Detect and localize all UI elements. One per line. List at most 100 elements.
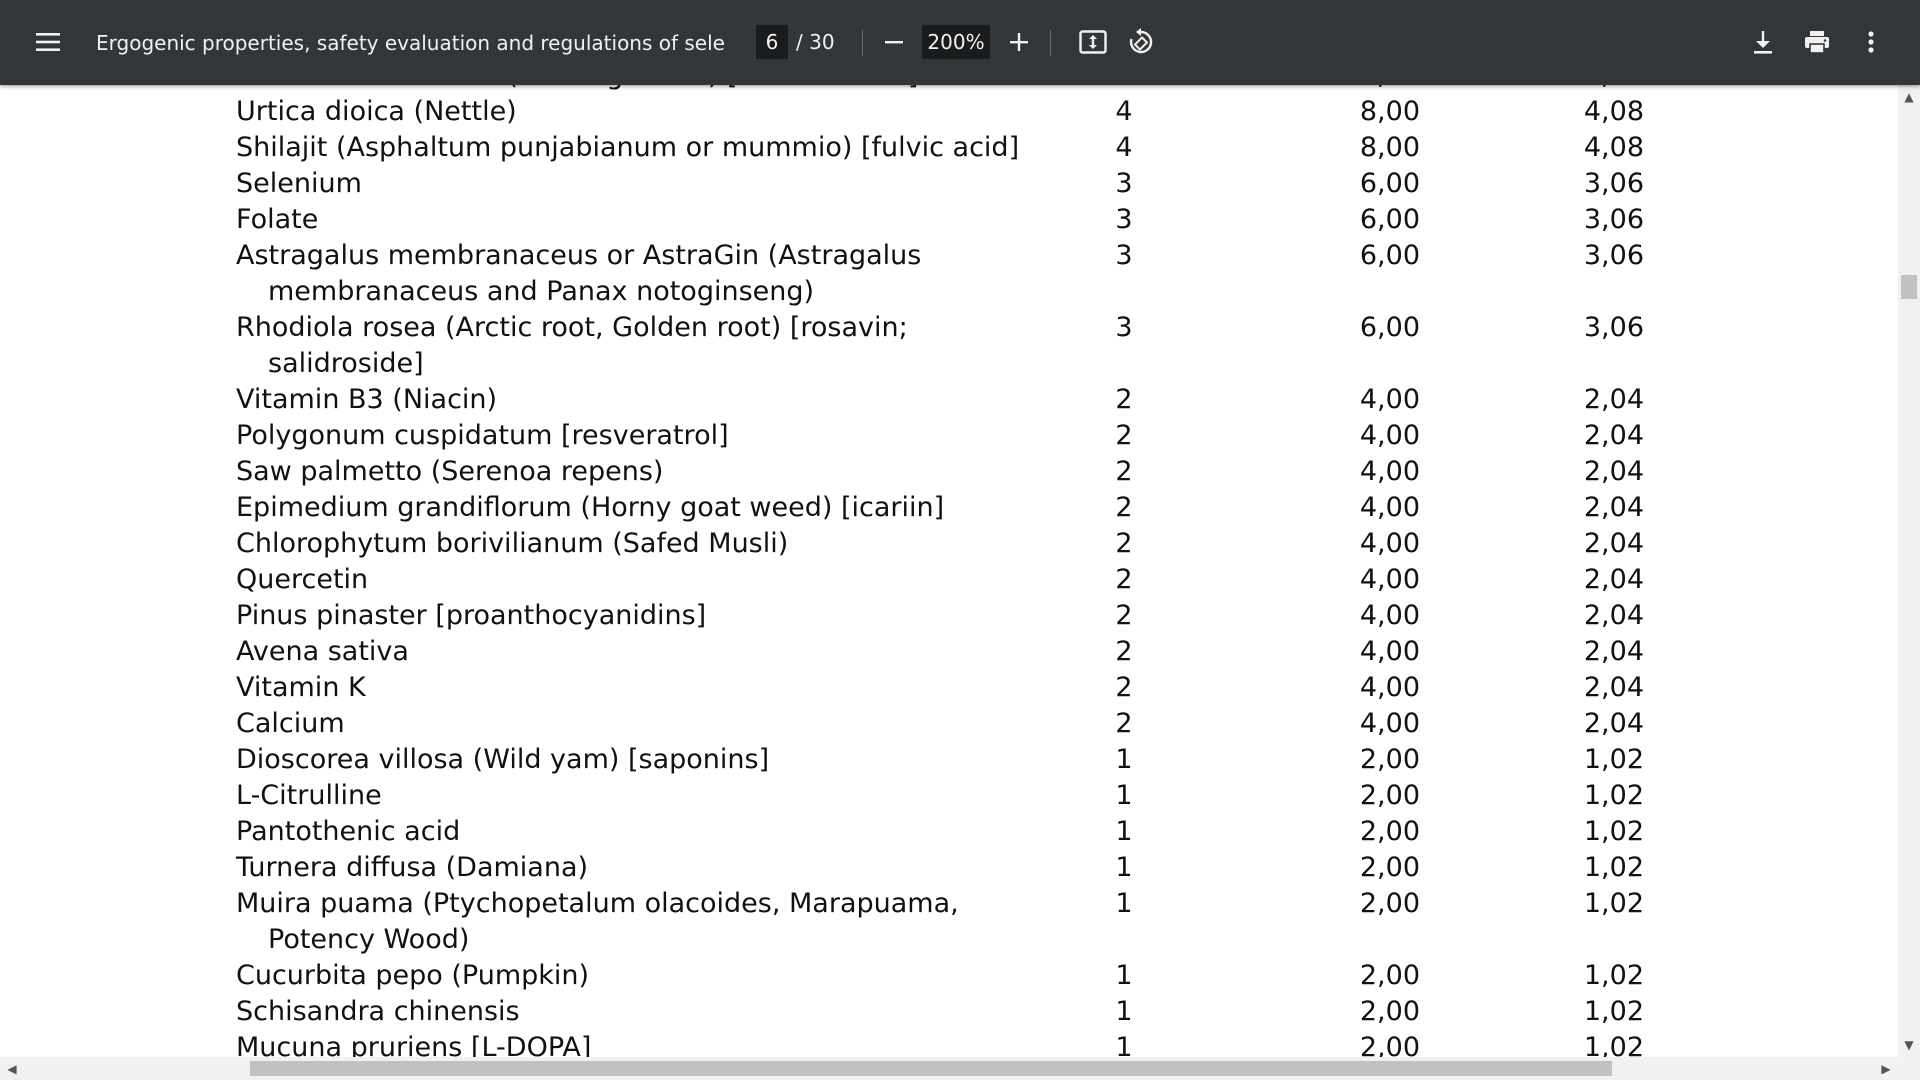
table-row: Epimedium grandiflorum (Horny goat weed)… bbox=[0, 490, 1898, 526]
vertical-scroll-thumb[interactable] bbox=[1901, 275, 1917, 299]
percent-cell: 2,00 bbox=[1359, 852, 1420, 883]
ingredient-name: Vitamin B3 (Niacin) bbox=[236, 384, 498, 415]
ingredient-name: Quercetin bbox=[236, 564, 369, 595]
count-cell: 1 bbox=[1115, 888, 1133, 919]
table-row: Saw palmetto (Serenoa repens) 2 4,00 2,04 bbox=[0, 454, 1898, 490]
print-button[interactable] bbox=[1798, 22, 1836, 62]
percent-total-cell: 2,04 bbox=[1583, 492, 1644, 523]
percent-total-cell: 4,08 bbox=[1583, 96, 1644, 127]
percent-total-cell: 1,02 bbox=[1583, 1032, 1644, 1057]
scroll-down-arrow-icon[interactable]: ▼ bbox=[1898, 1035, 1920, 1055]
ingredient-name: Withania somnifera (Ashwagandha) [withan… bbox=[236, 85, 1058, 94]
toolbar-divider bbox=[862, 30, 863, 56]
percent-total-cell: 3,06 bbox=[1583, 240, 1644, 271]
count-cell: 3 bbox=[1115, 168, 1133, 199]
table-row: Pinus pinaster [proanthocyanidins] 2 4,00 2… bbox=[0, 598, 1898, 634]
menu-button[interactable] bbox=[28, 22, 68, 62]
percent-total-cell: 2,04 bbox=[1583, 384, 1644, 415]
count-cell: 1 bbox=[1115, 1032, 1133, 1057]
count-cell: 1 bbox=[1115, 852, 1133, 883]
download-icon bbox=[1752, 30, 1774, 54]
scroll-up-arrow-icon[interactable]: ▲ bbox=[1898, 87, 1920, 107]
percent-cell: 2,00 bbox=[1359, 744, 1420, 775]
ingredient-name: Pinus pinaster [proanthocyanidins] bbox=[236, 600, 707, 631]
ingredient-name: Avena sativa bbox=[236, 636, 409, 667]
percent-total-cell: 1,02 bbox=[1583, 996, 1644, 1027]
table-row: Pantothenic acid 1 2,00 1,02 bbox=[0, 814, 1898, 850]
page-number-input[interactable]: 6 bbox=[756, 25, 788, 59]
ingredient-name: Folate bbox=[236, 204, 319, 235]
count-cell: 4 bbox=[1094, 85, 1154, 94]
horizontal-scroll-thumb[interactable] bbox=[250, 1061, 1612, 1076]
table-row: Polygonum cuspidatum [resveratrol] 2 4,00 2… bbox=[0, 418, 1898, 454]
table-row: Dioscorea villosa (Wild yam) [saponins] 1… bbox=[0, 742, 1898, 778]
more-options-button[interactable] bbox=[1852, 22, 1890, 62]
percent-cell: 4,00 bbox=[1359, 384, 1420, 415]
scroll-left-arrow-icon[interactable]: ◀ bbox=[2, 1057, 22, 1080]
count-cell: 2 bbox=[1115, 492, 1133, 523]
rotate-icon bbox=[1127, 28, 1155, 56]
download-button[interactable] bbox=[1744, 22, 1782, 62]
ingredient-name: Chlorophytum borivilianum (Safed Musli) bbox=[236, 528, 789, 559]
supplement-table: Withania somnifera (Ashwagandha) [withan… bbox=[0, 85, 1898, 1057]
rotate-button[interactable] bbox=[1122, 22, 1160, 62]
count-cell: 1 bbox=[1115, 816, 1133, 847]
print-icon bbox=[1804, 30, 1830, 54]
zoom-out-button[interactable] bbox=[876, 22, 912, 62]
count-cell: 4 bbox=[1115, 96, 1133, 127]
count-cell: 1 bbox=[1115, 996, 1133, 1027]
zoom-level-input[interactable]: 200% bbox=[922, 25, 990, 59]
percent-cell: 2,00 bbox=[1359, 888, 1420, 919]
percent-cell: 8,00 bbox=[1310, 85, 1420, 94]
table-row: Cucurbita pepo (Pumpkin) 1 2,00 1,02 bbox=[0, 958, 1898, 994]
scroll-right-arrow-icon[interactable]: ▶ bbox=[1876, 1057, 1896, 1080]
percent-total-cell: 1,02 bbox=[1583, 744, 1644, 775]
ingredient-name: Rhodiola rosea (Arctic root, Golden root… bbox=[236, 312, 908, 379]
page-total: / 30 bbox=[796, 30, 835, 54]
percent-total-cell: 2,04 bbox=[1583, 564, 1644, 595]
table-row: Calcium 2 4,00 2,04 bbox=[0, 706, 1898, 742]
percent-cell: 4,00 bbox=[1359, 456, 1420, 487]
pdf-toolbar: Ergogenic properties, safety evaluation … bbox=[0, 0, 1920, 85]
table-row: Quercetin 2 4,00 2,04 bbox=[0, 562, 1898, 598]
vertical-scrollbar[interactable]: ▲ ▼ bbox=[1898, 85, 1920, 1057]
table-row: L-Citrulline 1 2,00 1,02 bbox=[0, 778, 1898, 814]
count-cell: 2 bbox=[1115, 456, 1133, 487]
percent-cell: 6,00 bbox=[1359, 240, 1420, 271]
percent-cell: 4,00 bbox=[1359, 708, 1420, 739]
table-row: Muira puama (Ptychopetalum olacoides, Ma… bbox=[0, 886, 1898, 958]
percent-cell: 4,00 bbox=[1359, 600, 1420, 631]
fit-to-page-button[interactable] bbox=[1074, 22, 1112, 62]
horizontal-scrollbar[interactable]: ◀ ▶ bbox=[0, 1057, 1920, 1080]
percent-total-cell: 1,02 bbox=[1583, 960, 1644, 991]
table-row: Vitamin B3 (Niacin) 2 4,00 2,04 bbox=[0, 382, 1898, 418]
table-row: Shilajit (Asphaltum punjabianum or mummi… bbox=[0, 130, 1898, 166]
percent-total-cell: 1,02 bbox=[1583, 816, 1644, 847]
percent-total-cell: 1,02 bbox=[1583, 852, 1644, 883]
table-row: Rhodiola rosea (Arctic root, Golden root… bbox=[0, 310, 1898, 382]
percent-total-cell: 2,04 bbox=[1583, 456, 1644, 487]
ingredient-name: Shilajit (Asphaltum punjabianum or mummi… bbox=[236, 132, 1020, 163]
percent-total-cell: 2,04 bbox=[1583, 600, 1644, 631]
table-row: Avena sativa 2 4,00 2,04 bbox=[0, 634, 1898, 670]
percent-total-cell: 1,02 bbox=[1583, 888, 1644, 919]
zoom-in-button[interactable] bbox=[1001, 22, 1037, 62]
percent-cell: 4,00 bbox=[1359, 492, 1420, 523]
percent-total-cell: 3,06 bbox=[1583, 312, 1644, 343]
percent-total-cell: 2,04 bbox=[1583, 420, 1644, 451]
ingredient-name: Saw palmetto (Serenoa repens) bbox=[236, 456, 664, 487]
percent-cell: 2,00 bbox=[1359, 780, 1420, 811]
percent-cell: 6,00 bbox=[1359, 204, 1420, 235]
ingredient-name: Polygonum cuspidatum [resveratrol] bbox=[236, 420, 729, 451]
percent-cell: 4,00 bbox=[1359, 672, 1420, 703]
pdf-page-viewport[interactable]: Withania somnifera (Ashwagandha) [withan… bbox=[0, 85, 1898, 1057]
count-cell: 1 bbox=[1115, 780, 1133, 811]
percent-cell: 4,00 bbox=[1359, 420, 1420, 451]
ingredient-name: Pantothenic acid bbox=[236, 816, 461, 847]
count-cell: 2 bbox=[1115, 636, 1133, 667]
ingredient-name: Calcium bbox=[236, 708, 345, 739]
percent-total-cell: 4,08 bbox=[1534, 85, 1644, 94]
percent-total-cell: 4,08 bbox=[1583, 132, 1644, 163]
count-cell: 2 bbox=[1115, 708, 1133, 739]
percent-total-cell: 2,04 bbox=[1583, 672, 1644, 703]
